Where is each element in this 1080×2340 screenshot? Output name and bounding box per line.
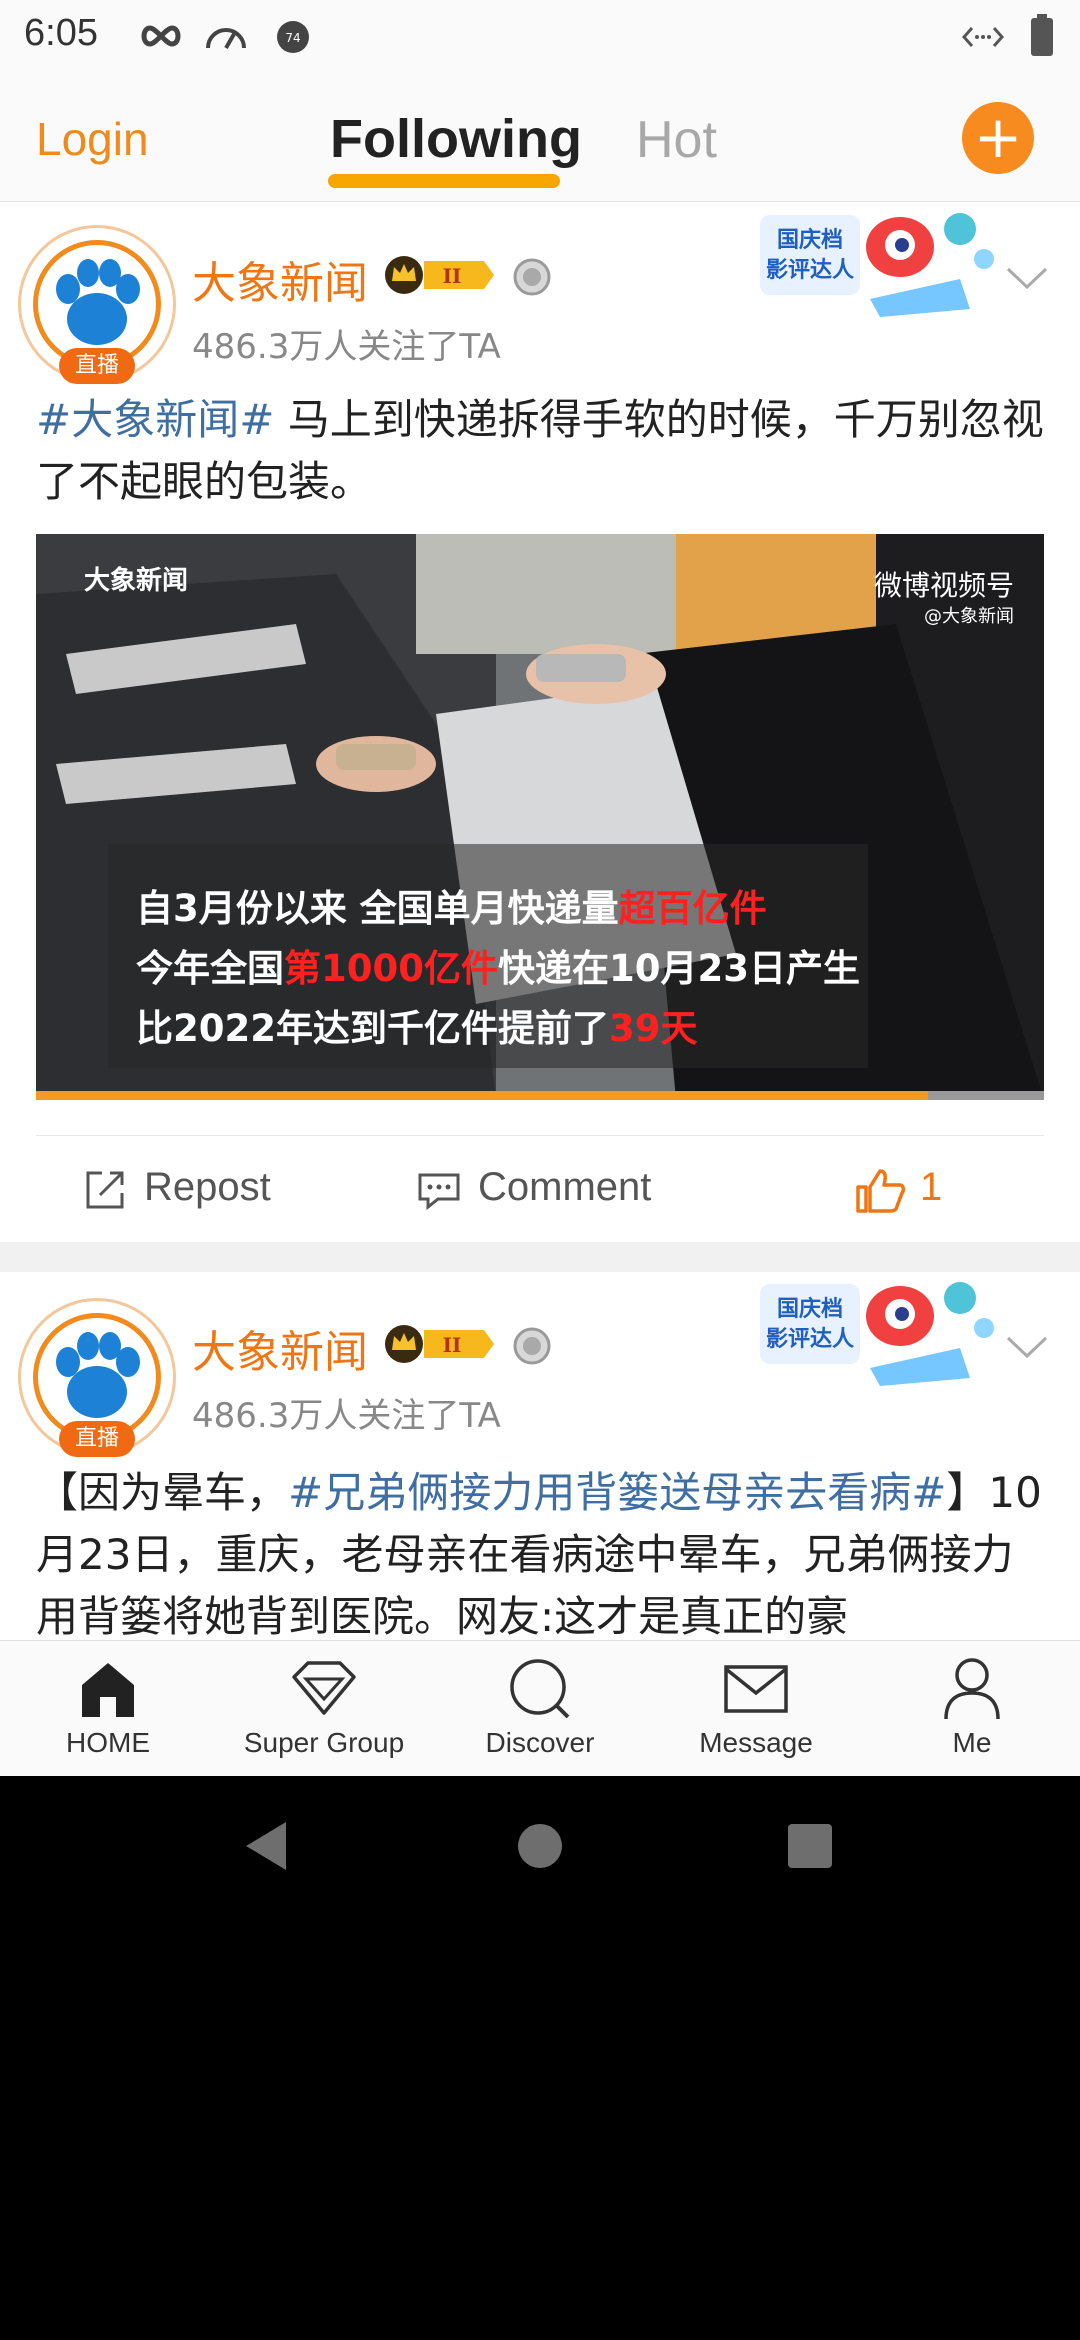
post-text: 【因为晕车，#兄弟俩接力用背篓送母亲去看病#】10月23日，重庆，老母亲在看病途… [36, 1468, 1042, 1640]
tab-message[interactable]: Message [648, 1641, 864, 1776]
follower-count: 486.3万人关注了TA [192, 1396, 501, 1436]
live-badge: 直播 [59, 1421, 135, 1457]
thumbs-up-icon [856, 1169, 906, 1213]
caption-line-3: 比2022年达到千亿件提前了39天 [136, 1007, 698, 1050]
status-time: 6:05 [24, 12, 98, 54]
tab-home[interactable]: HOME [0, 1641, 216, 1776]
chevron-down-icon[interactable] [1004, 263, 1050, 293]
mail-icon [724, 1665, 788, 1713]
recents-icon[interactable] [786, 1822, 834, 1870]
caption-line-2: 今年全国第1000亿件快递在10月23日产生 [136, 947, 860, 990]
feed-post: 直播 大象新闻 II 486.3万人关注了TA 国庆档 影评达人 [0, 1272, 1080, 1640]
promo-sticker[interactable]: 国庆档 影评达人 [760, 209, 1000, 319]
repost-button[interactable]: Repost [82, 1165, 271, 1210]
follower-count: 486.3万人关注了TA [192, 327, 501, 367]
avatar[interactable]: 直播 [18, 1298, 176, 1457]
hashtag-link[interactable]: #兄弟俩接力用背篓送母亲去看病# [288, 1468, 946, 1517]
movie-mascot-icon: 国庆档 影评达人 [760, 213, 994, 317]
vip-crown-icon: II [385, 1325, 494, 1363]
video-progress-bar[interactable] [36, 1091, 929, 1100]
post-text: #大象新闻# 马上到快递拆得手软的时候，千万别忽视了不起眼的包装。 [36, 395, 1044, 506]
hashtag-link[interactable]: #大象新闻# [36, 395, 274, 444]
active-tab-indicator [328, 174, 560, 188]
svg-text:影评达人: 影评达人 [766, 258, 854, 283]
status-bar: 6:05 74 [0, 0, 1080, 72]
comment-icon [418, 1173, 460, 1211]
chevron-down-icon[interactable] [1004, 1332, 1050, 1362]
svg-text:II: II [443, 264, 462, 288]
tab-super-group[interactable]: Super Group [216, 1641, 432, 1776]
battery-icon [1031, 14, 1053, 56]
comment-button[interactable]: Comment [416, 1165, 651, 1211]
divider [36, 1135, 1044, 1136]
top-nav: Login Following Hot + [0, 72, 1080, 202]
data-transfer-icon [962, 27, 1004, 47]
avatar[interactable]: 直播 [18, 225, 176, 384]
repost-icon [86, 1171, 124, 1209]
person-icon [944, 1658, 1000, 1720]
tab-me[interactable]: Me [864, 1641, 1080, 1776]
medal-icon [513, 258, 551, 296]
author-name[interactable]: 大象新闻 [192, 247, 368, 311]
speedometer-icon [206, 28, 246, 49]
vip-crown-icon: II [385, 256, 494, 294]
home-icon [82, 1663, 134, 1717]
diamond-icon [292, 1661, 356, 1715]
medal-icon [513, 1327, 551, 1365]
svg-text:II: II [443, 1333, 462, 1357]
tab-following[interactable]: Following [330, 108, 582, 170]
tab-discover[interactable]: Discover [432, 1641, 648, 1776]
svg-text:影评达人: 影评达人 [766, 1327, 854, 1352]
badge-icon: 74 [277, 21, 309, 53]
svg-text:国庆档: 国庆档 [777, 1296, 843, 1322]
svg-text:74: 74 [285, 31, 300, 45]
login-link[interactable]: Login [36, 112, 149, 166]
movie-mascot-icon: 国庆档 影评达人 [760, 1282, 994, 1386]
promo-sticker[interactable]: 国庆档 影评达人 [760, 1278, 1000, 1388]
caption-line-1: 自3月份以来 全国单月快递量超百亿件 [136, 887, 767, 930]
post-separator [0, 1242, 1080, 1272]
compose-button[interactable]: + [962, 102, 1034, 174]
paw-logo-icon [56, 259, 140, 345]
app-screen: 6:05 74 Login Following Hot + 直播 大象新闻 II… [0, 0, 1080, 1776]
watermark-right: 微博视频号 [873, 569, 1014, 602]
video-player[interactable]: 大象新闻 微博视频号 @大象新闻 自3月份以来 全国单月快递量超百亿件 今年全国… [36, 534, 1044, 1100]
android-nav-bar [0, 1776, 1080, 1922]
watermark-left: 大象新闻 [84, 566, 189, 596]
infinity-icon [141, 25, 181, 47]
svg-text:国庆档: 国庆档 [777, 227, 843, 253]
search-icon [510, 1659, 570, 1719]
tab-hot[interactable]: Hot [636, 110, 717, 170]
bottom-tab-bar: HOME Super Group Discover Message Me [0, 1640, 1080, 1776]
live-badge: 直播 [59, 348, 135, 384]
paw-logo-icon [56, 1332, 140, 1418]
author-name[interactable]: 大象新闻 [192, 1316, 368, 1380]
like-button[interactable]: 1 [854, 1165, 942, 1213]
watermark-right-sub: @大象新闻 [924, 606, 1014, 627]
home-circle-icon[interactable] [516, 1822, 564, 1870]
back-icon[interactable] [242, 1820, 290, 1872]
feed-post: 直播 大象新闻 II 486.3万人关注了TA 国庆档 影评达人 [0, 203, 1080, 1242]
